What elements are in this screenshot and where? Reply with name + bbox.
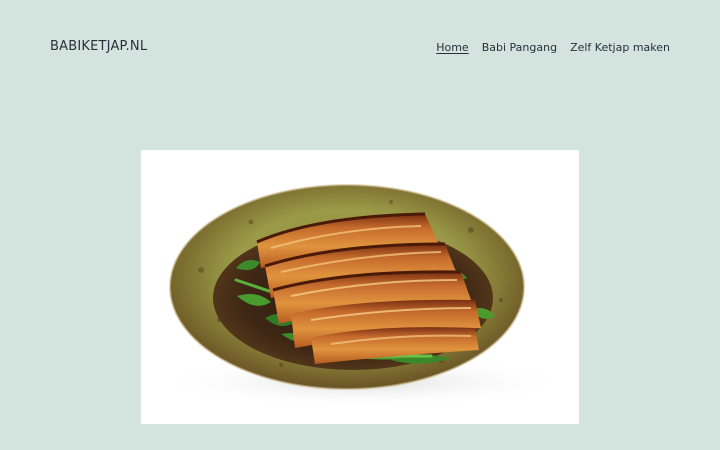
pork-belly-dish-illustration	[153, 184, 573, 408]
nav-item-zelf-ketjap-maken[interactable]: Zelf Ketjap maken	[570, 40, 670, 56]
site-header: BABIKETJAP.NL Home Babi Pangang Zelf Ket…	[0, 0, 720, 95]
nav-item-home[interactable]: Home	[436, 40, 468, 56]
primary-navigation: Home Babi Pangang Zelf Ketjap maken	[423, 40, 670, 56]
nav-item-babi-pangang[interactable]: Babi Pangang	[482, 40, 557, 56]
site-title-link[interactable]: BABIKETJAP.NL	[50, 38, 147, 56]
featured-image	[141, 150, 579, 424]
